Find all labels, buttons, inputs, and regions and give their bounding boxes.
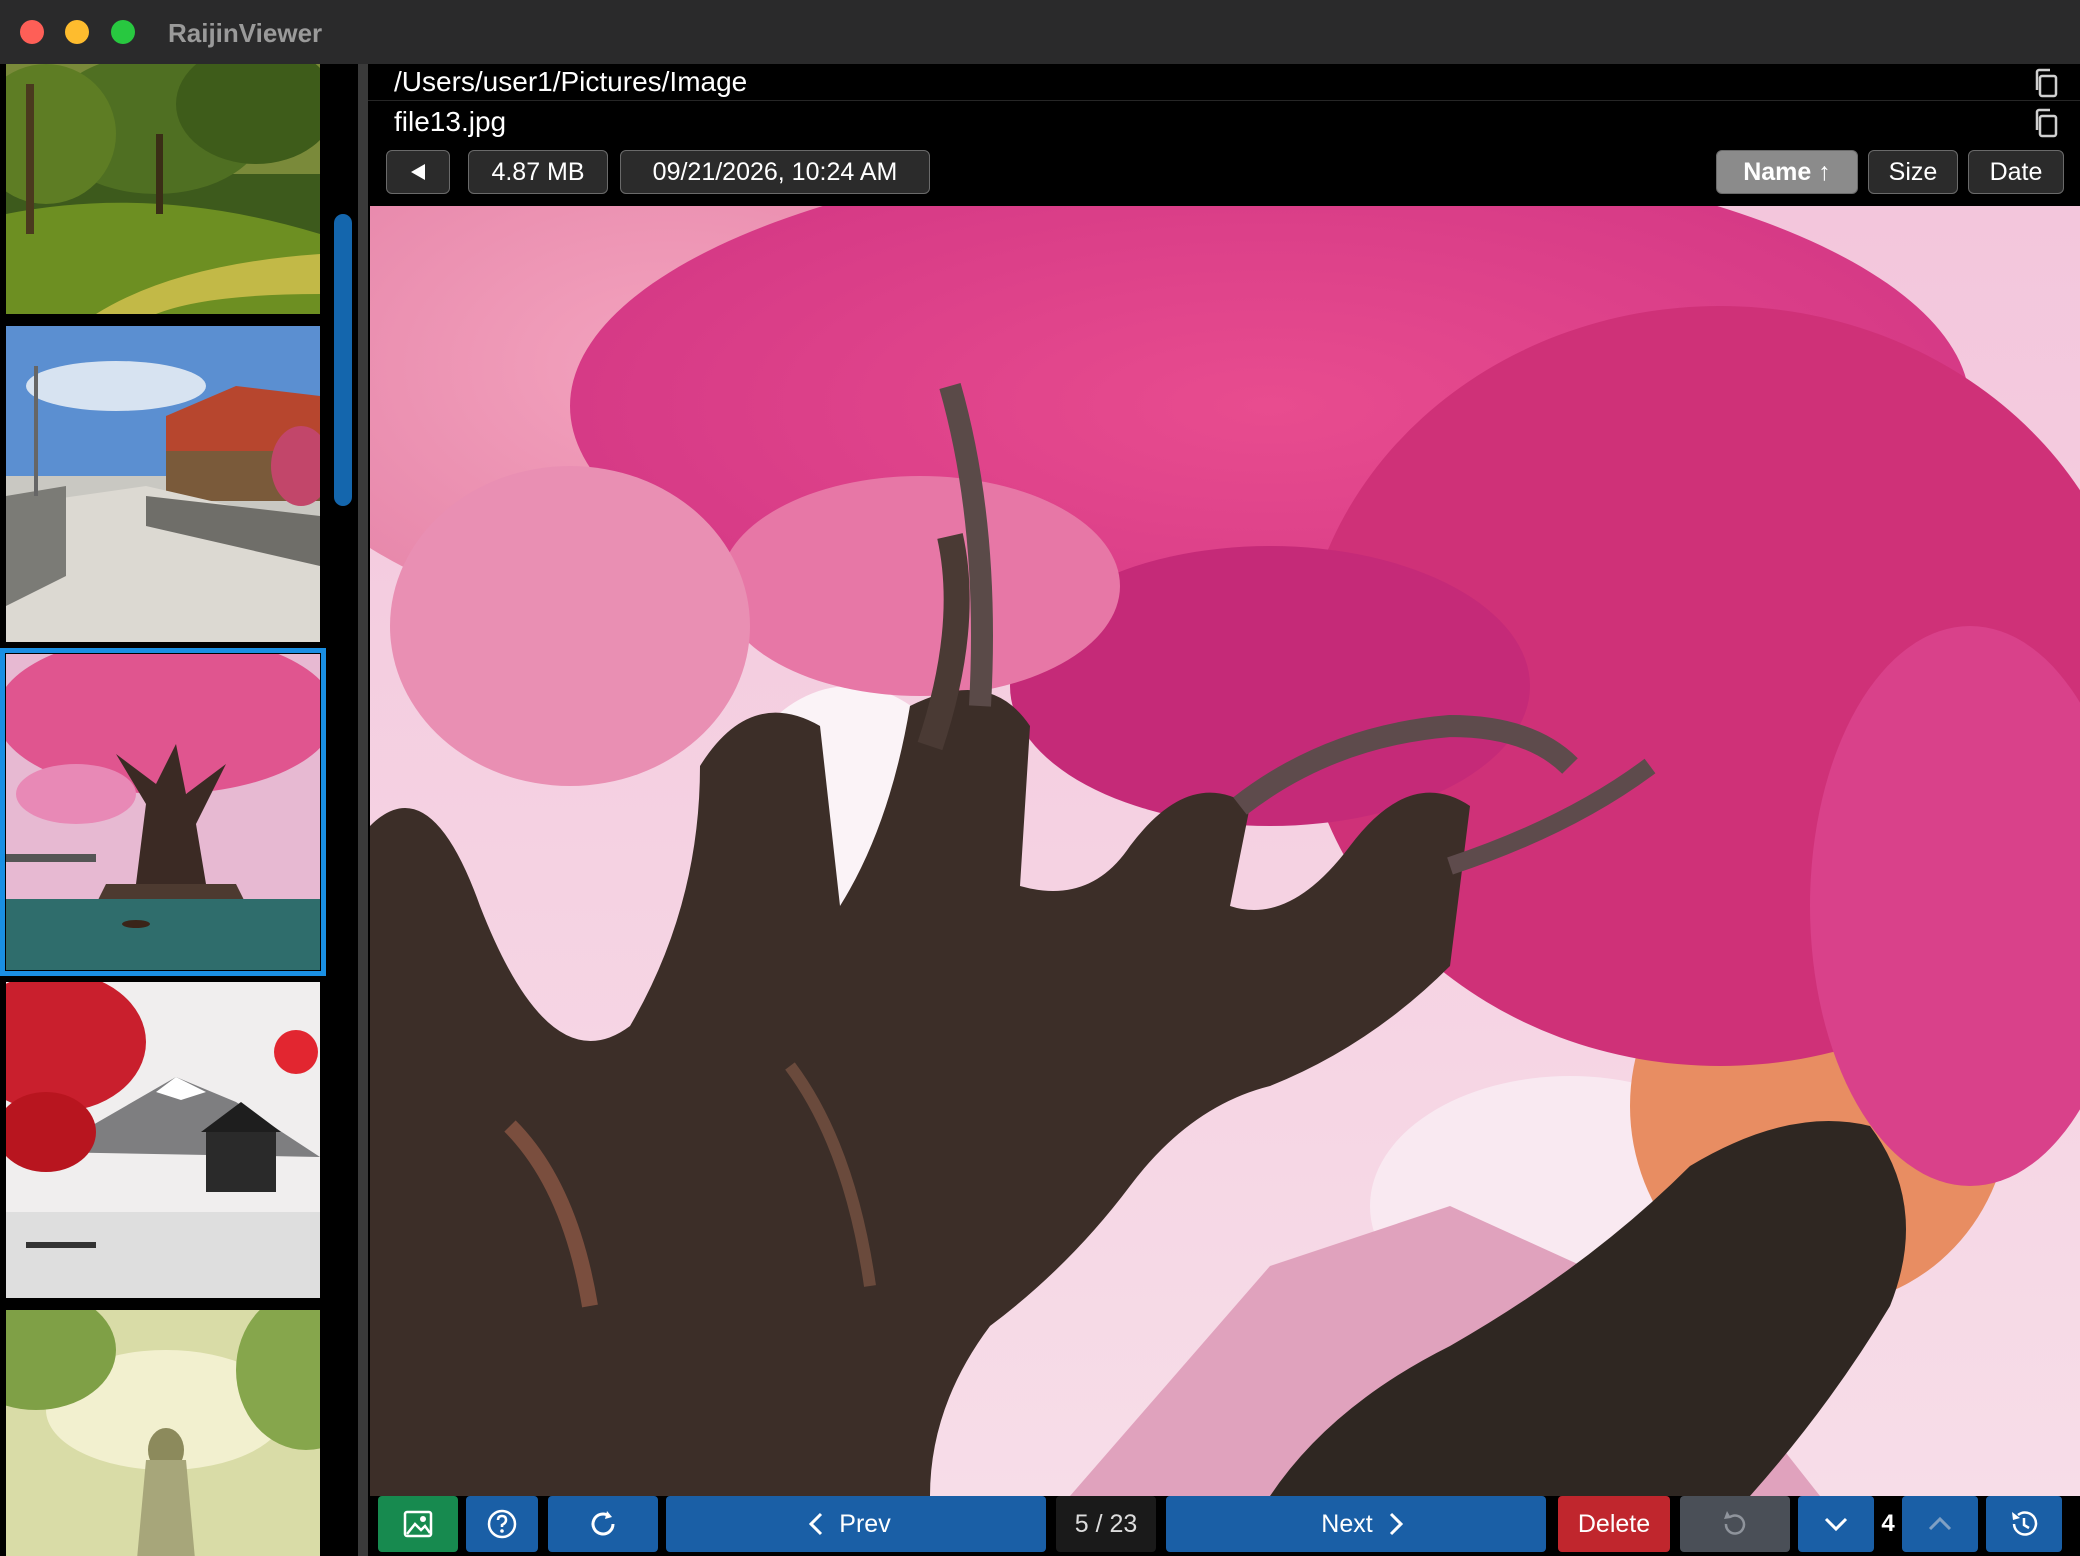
delete-button[interactable]: Delete <box>1558 1496 1670 1552</box>
undo-button[interactable] <box>1680 1496 1790 1552</box>
thumbnail-girl-sky[interactable] <box>6 1310 320 1556</box>
chevron-down-icon <box>1824 1517 1848 1532</box>
prev-label: Prev <box>839 1509 891 1538</box>
thumbnail-mount-fuji[interactable] <box>6 982 320 1298</box>
sort-name-button[interactable]: Name ↑ <box>1716 150 1858 194</box>
title-bar: RaijinViewer <box>0 0 2080 64</box>
bottom-toolbar: Prev 5 / 23 Next Delete 4 <box>368 1496 2080 1556</box>
next-label: Next <box>1321 1509 1373 1538</box>
minimize-window-button[interactable] <box>65 20 89 44</box>
main-panel: /Users/user1/Pictures/Image file13.jpg 4… <box>368 64 2080 1556</box>
folder-path: /Users/user1/Pictures/Image <box>394 66 748 97</box>
triangle-left-icon <box>411 164 425 180</box>
page-counter: 5 / 23 <box>1056 1496 1156 1552</box>
history-icon <box>2012 1511 2038 1536</box>
sidebar-scrollbar-thumb[interactable] <box>334 214 352 506</box>
thumbnail-sidebar <box>0 64 362 1556</box>
step-down-button[interactable] <box>1798 1496 1874 1552</box>
file-size-badge: 4.87 MB <box>468 150 608 194</box>
chevron-up-icon <box>1928 1516 1952 1531</box>
file-name: file13.jpg <box>394 106 507 137</box>
thumbnail-village-street[interactable] <box>6 326 320 642</box>
close-window-button[interactable] <box>20 20 44 44</box>
chevron-right-icon <box>1389 1512 1403 1536</box>
thumbnail-forest-path[interactable] <box>6 64 320 314</box>
sort-date-button[interactable]: Date <box>1968 150 2064 194</box>
thumbnail-cherry-tree[interactable] <box>0 648 326 976</box>
refresh-button[interactable] <box>548 1496 658 1552</box>
copy-icon[interactable] <box>2034 108 2060 138</box>
refresh-icon <box>591 1511 615 1536</box>
history-button[interactable] <box>1986 1496 2062 1552</box>
window-title: RaijinViewer <box>168 18 323 48</box>
step-value: 4 <box>1874 1496 1902 1552</box>
panel-divider[interactable] <box>358 64 368 1556</box>
toggle-sidebar-button[interactable] <box>386 150 450 194</box>
sort-size-button[interactable]: Size <box>1868 150 1958 194</box>
help-icon <box>487 1509 517 1539</box>
help-button[interactable] <box>466 1496 538 1552</box>
rotate-left-icon <box>1724 1511 1746 1535</box>
main-image <box>370 206 2080 1496</box>
file-date-badge: 09/21/2026, 10:24 AM <box>620 150 930 194</box>
step-up-button[interactable] <box>1902 1496 1978 1552</box>
header-separator <box>368 100 2080 101</box>
image-viewer[interactable] <box>370 206 2080 1496</box>
image-icon <box>403 1510 433 1538</box>
chevron-left-icon <box>809 1512 823 1536</box>
copy-icon[interactable] <box>2034 68 2060 98</box>
gallery-button[interactable] <box>378 1496 458 1552</box>
next-button[interactable]: Next <box>1166 1496 1546 1552</box>
zoom-window-button[interactable] <box>111 20 135 44</box>
prev-button[interactable]: Prev <box>666 1496 1046 1552</box>
